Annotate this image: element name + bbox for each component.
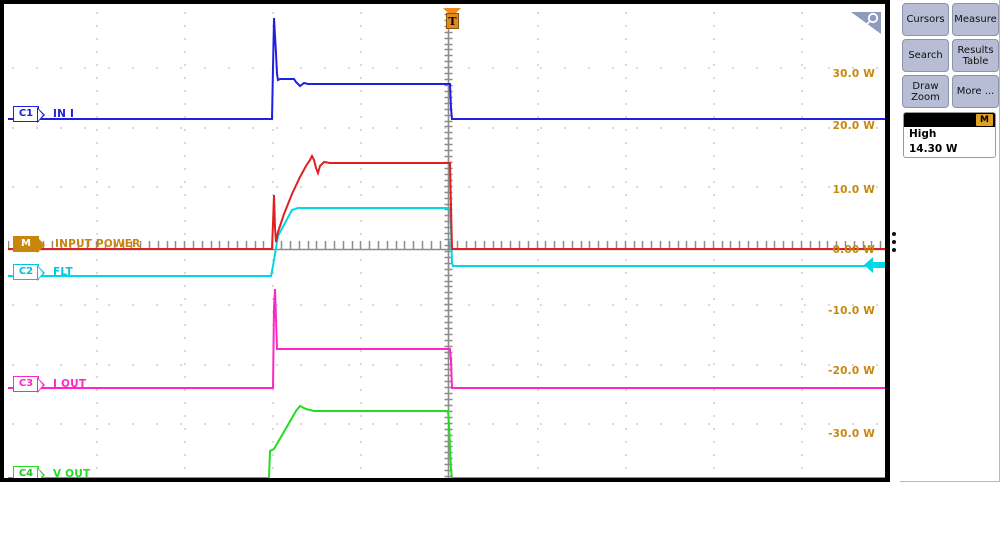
channel-label-c4: V OUT <box>53 468 91 480</box>
scale-label-m30: -30.0 W <box>828 428 875 440</box>
right-control-panel: Cursors Measure Search Results Table Dra… <box>900 0 1000 482</box>
channel-badge-c2-text: C2 <box>18 266 34 277</box>
badge-pointer-inner <box>38 379 43 391</box>
zoom-magnifier-icon[interactable] <box>849 10 883 36</box>
badge-pointer-inner <box>38 469 43 478</box>
channel-label-c3: I OUT <box>53 378 87 390</box>
dot <box>892 248 896 252</box>
waveform-plot[interactable]: T 30.0 W 20.0 W 10.0 W 0.00 W -10.0 W -2… <box>8 8 888 480</box>
scale-label-20: 20.0 W <box>832 120 875 132</box>
draw-zoom-button[interactable]: Draw Zoom <box>902 75 949 108</box>
channel-label-math: INPUT POWER <box>55 238 141 250</box>
cursors-button[interactable]: Cursors <box>902 3 949 36</box>
badge-pointer-inner <box>38 109 43 121</box>
oscilloscope-screen: T 30.0 W 20.0 W 10.0 W 0.00 W -10.0 W -2… <box>0 0 1000 546</box>
channel-badge-c4[interactable]: C4 V OUT <box>13 466 91 480</box>
scale-label-m20: -20.0 W <box>828 365 875 377</box>
channel-badge-math-text: M <box>21 238 31 249</box>
trigger-t-label: T <box>446 13 459 29</box>
panel-drag-handle[interactable] <box>892 232 896 252</box>
channel-badge-c1-text: C1 <box>18 108 34 119</box>
channel-label-c2: FLT <box>53 266 73 278</box>
bottom-status-bar: Ch 1 1.00 A/div 1 MΩ 120 MHz Ch 2 20.0 V… <box>0 484 1000 546</box>
channel-badge-c1[interactable]: C1 IN I <box>13 106 75 123</box>
trace-in-i <box>8 17 885 120</box>
waveform-display-area[interactable]: T 30.0 W 20.0 W 10.0 W 0.00 W -10.0 W -2… <box>0 0 890 482</box>
scale-label-m10: -10.0 W <box>828 305 875 317</box>
trace-i-out <box>8 288 885 389</box>
dot <box>892 240 896 244</box>
more-button[interactable]: More ... <box>952 75 999 108</box>
dot <box>892 232 896 236</box>
measurement-name: High <box>909 128 937 140</box>
channel-badge-c3[interactable]: C3 I OUT <box>13 376 87 393</box>
channel-badge-c2[interactable]: C2 FLT <box>13 264 73 281</box>
channel-badge-c4-text: C4 <box>18 468 34 479</box>
control-button-grid: Cursors Measure Search Results Table Dra… <box>902 3 999 108</box>
ch2-level-marker-icon[interactable] <box>864 255 888 275</box>
channel-badge-c3-text: C3 <box>18 378 34 389</box>
channel-label-c1: IN I <box>53 108 75 120</box>
measure-button[interactable]: Measure <box>952 3 999 36</box>
trace-v-out <box>8 404 885 478</box>
scale-label-10: 10.0 W <box>832 184 875 196</box>
results-table-button[interactable]: Results Table <box>952 39 999 72</box>
measurement-value: 14.30 W <box>909 143 958 156</box>
measurement-badge[interactable]: M High 14.30 W <box>903 112 996 159</box>
trigger-position-marker[interactable]: T <box>443 8 463 30</box>
search-button[interactable]: Search <box>902 39 949 72</box>
channel-badge-math[interactable]: M INPUT POWER <box>13 236 141 253</box>
measurement-source-tag: M <box>976 114 993 126</box>
scale-label-30: 30.0 W <box>832 68 875 80</box>
badge-pointer-icon <box>37 237 45 253</box>
badge-pointer-inner <box>38 267 43 279</box>
measurement-badge-header: M <box>904 113 995 127</box>
